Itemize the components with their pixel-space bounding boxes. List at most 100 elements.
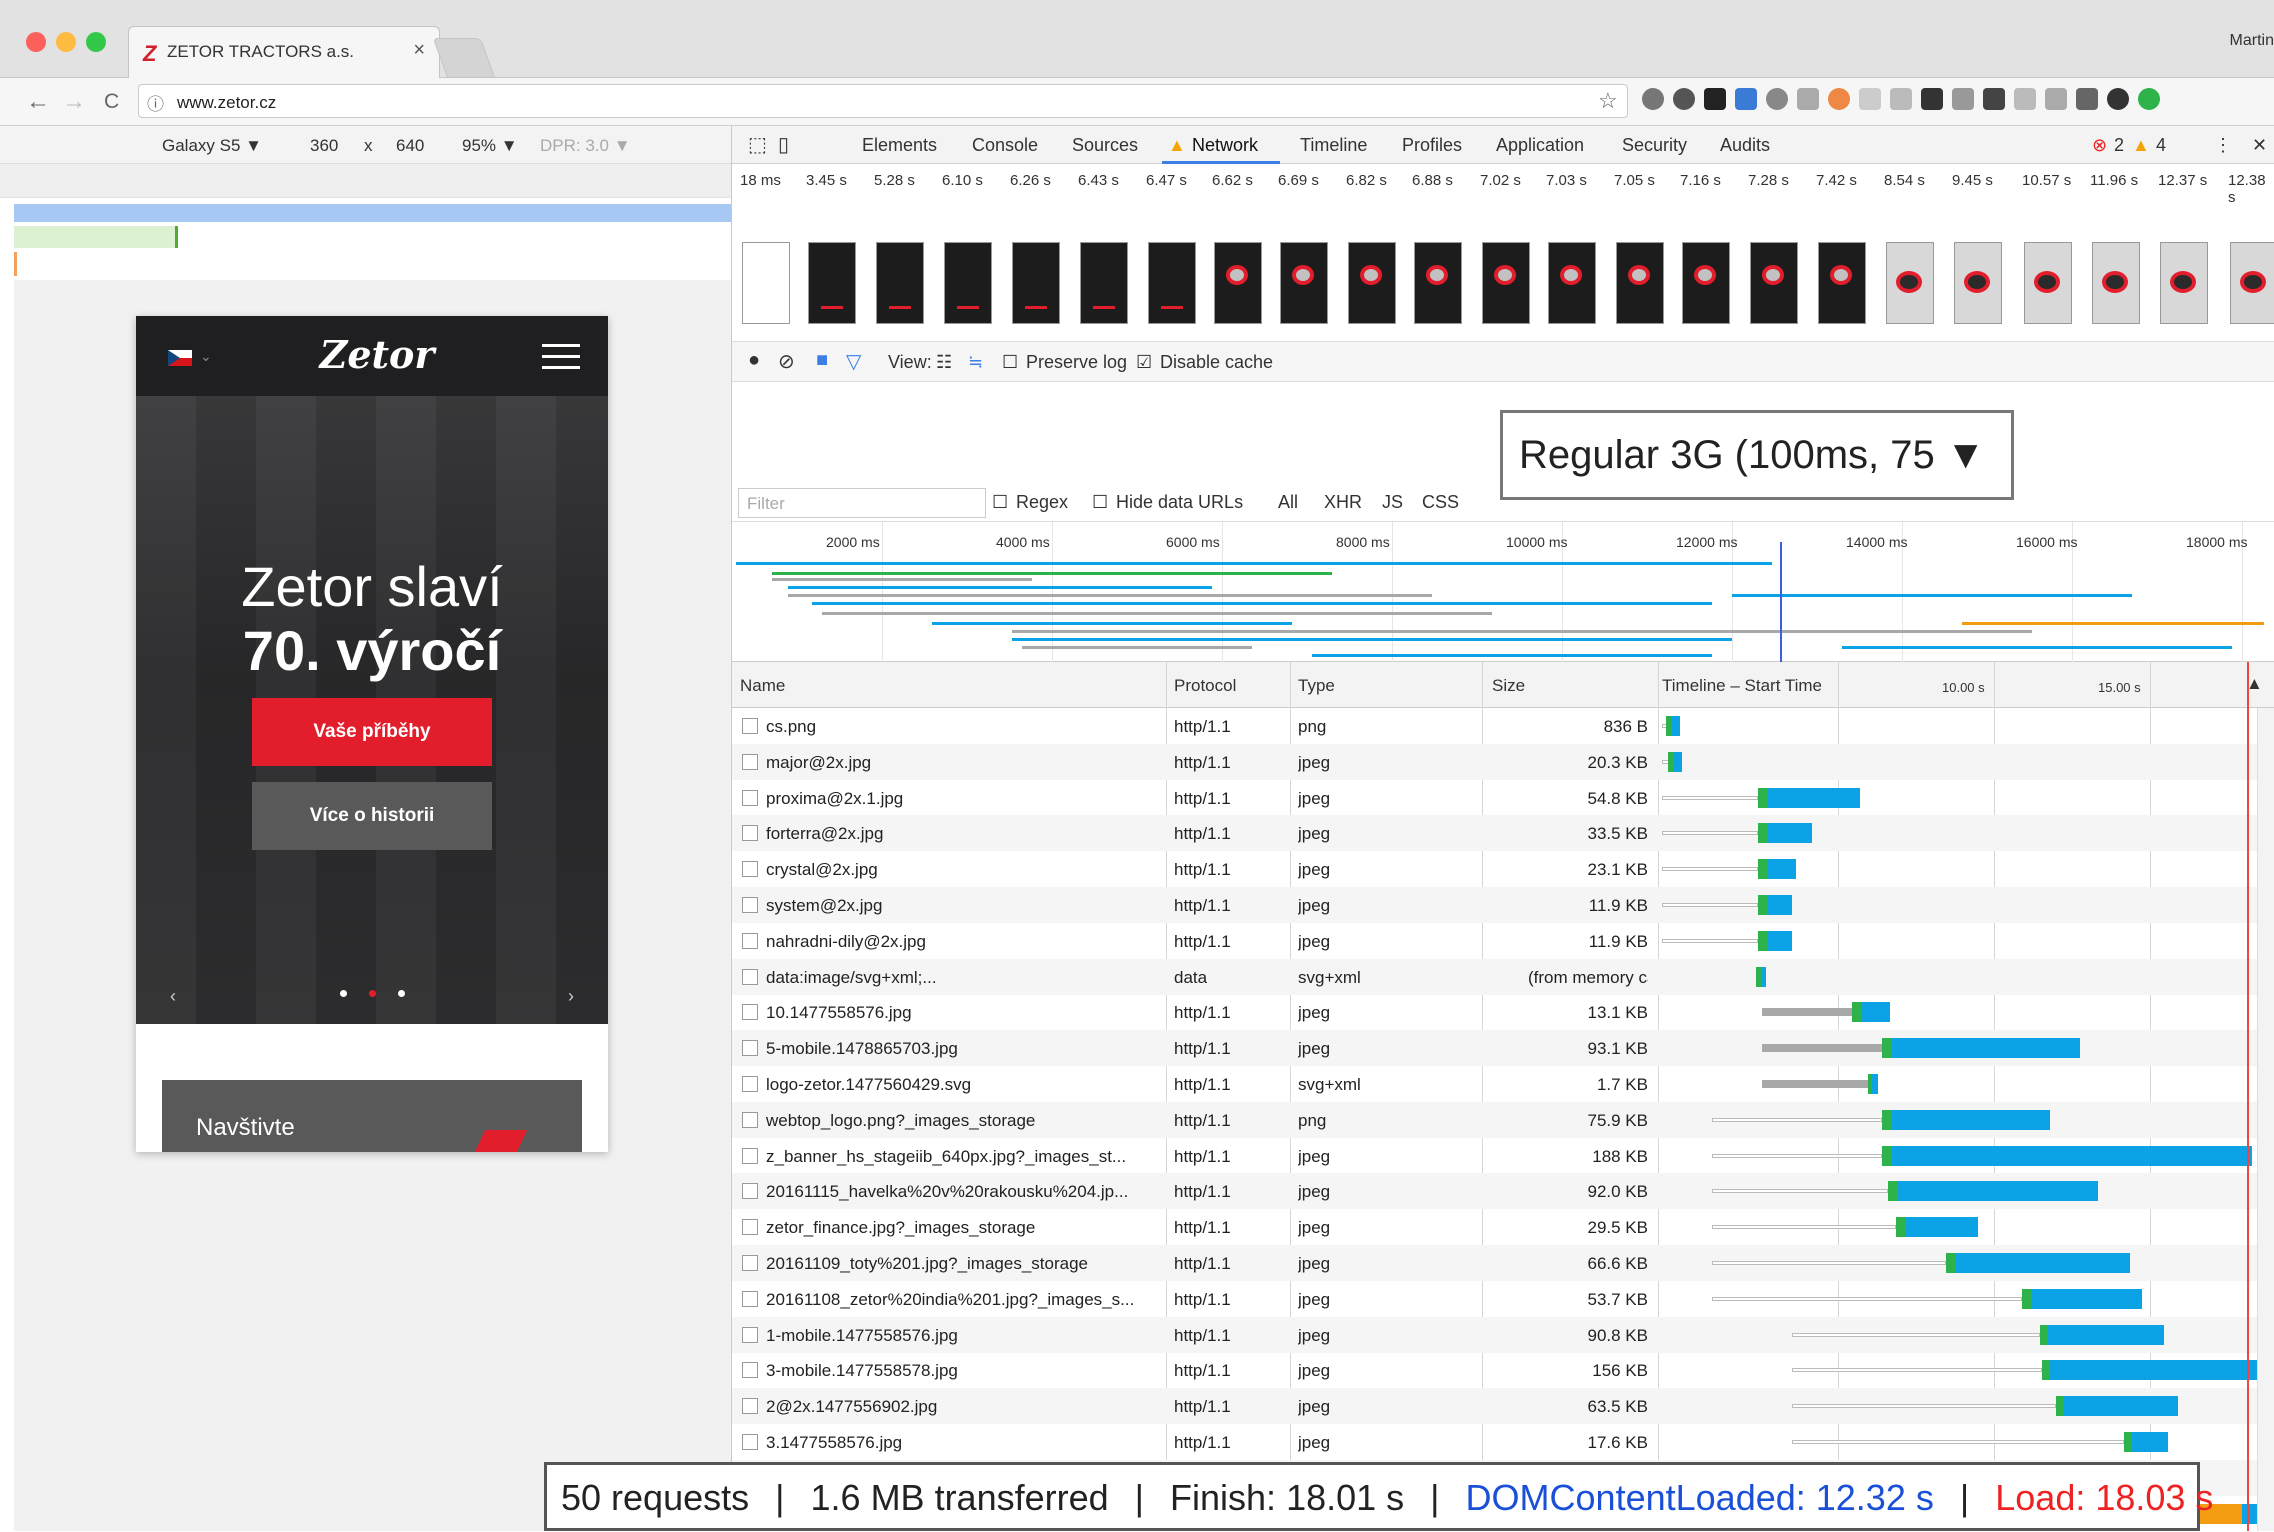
filter-type-css[interactable]: CSS [1422, 492, 1459, 513]
request-row[interactable]: z_banner_hs_stageiib_640px.jpg?_images_s… [732, 1138, 2274, 1174]
extension-icon[interactable] [1735, 88, 1757, 110]
regex-checkbox[interactable]: ☐ [992, 492, 1008, 513]
tab-elements[interactable]: Elements [862, 135, 937, 156]
device-height-input[interactable]: 640 [396, 136, 424, 156]
extension-icon[interactable] [1859, 88, 1881, 110]
clear-icon[interactable]: ⊘ [778, 349, 795, 374]
request-row[interactable]: data:image/svg+xml;... data svg+xml (from m… [732, 958, 2274, 995]
filmstrip-frame[interactable] [1818, 242, 1866, 324]
disable-cache-checkbox[interactable]: ☑ [1136, 352, 1152, 373]
filmstrip-frame[interactable] [876, 242, 924, 324]
filmstrip-frame[interactable] [1012, 242, 1060, 324]
warning-icon[interactable]: ▲ [2132, 135, 2150, 156]
inspect-element-icon[interactable]: ⬚ [748, 132, 767, 157]
request-row[interactable]: forterra@2x.jpg http/1.1 jpeg 33.5 KB [732, 815, 2274, 852]
tab-sources[interactable]: Sources [1072, 135, 1138, 156]
request-row[interactable]: 5-mobile.1478865703.jpg http/1.1 jpeg 93.1 … [732, 1030, 2274, 1067]
slider-next-icon[interactable]: › [568, 986, 574, 1007]
camera-icon[interactable] [1797, 88, 1819, 110]
tab-network[interactable]: Network [1192, 135, 1258, 156]
extension-icon[interactable] [1983, 88, 2005, 110]
filmstrip-frame[interactable] [944, 242, 992, 324]
filmstrip-frame[interactable] [2024, 242, 2072, 324]
tab-audits[interactable]: Audits [1720, 135, 1770, 156]
back-button[interactable]: ← [26, 88, 50, 116]
preserve-log-checkbox[interactable]: ☐ [1002, 352, 1018, 373]
request-row[interactable]: zetor_finance.jpg?_images_storage http/1.… [732, 1209, 2274, 1245]
request-row[interactable]: 2@2x.1477556902.jpg http/1.1 jpeg 63.5 KB [732, 1388, 2274, 1425]
filter-input[interactable]: Filter [738, 488, 986, 518]
col-type[interactable]: Type [1298, 676, 1335, 696]
request-row[interactable]: 3-mobile.1477558578.jpg http/1.1 jpeg 156 K… [732, 1352, 2274, 1388]
slider-prev-icon[interactable]: ‹ [170, 986, 176, 1007]
filter-icon[interactable]: ▽ [846, 349, 861, 374]
maximize-window-icon[interactable] [86, 32, 106, 52]
extension-icon[interactable] [2107, 88, 2129, 110]
col-protocol[interactable]: Protocol [1174, 676, 1236, 696]
filter-type-xhr[interactable]: XHR [1324, 492, 1362, 513]
tab-application[interactable]: Application [1496, 135, 1584, 156]
filmstrip-frame[interactable] [742, 242, 790, 324]
filmstrip-frame[interactable] [1682, 242, 1730, 324]
media-query-bar[interactable] [14, 226, 178, 248]
chevron-down-icon[interactable]: ⌄ [200, 348, 212, 365]
extension-icon[interactable] [1766, 88, 1788, 110]
filmstrip-frame[interactable] [808, 242, 856, 324]
request-row[interactable]: 20161109_toty%201.jpg?_images_storage htt… [732, 1245, 2274, 1281]
stories-button[interactable]: Vaše příběhy [252, 698, 492, 766]
filmstrip-frame[interactable] [2092, 242, 2140, 324]
error-count[interactable]: 2 [2114, 135, 2124, 156]
slider-dots[interactable] [340, 990, 405, 997]
request-row[interactable]: 20161115_havelka%20v%20rakousku%204.jp..… [732, 1173, 2274, 1210]
more-options-icon[interactable]: ⋮ [2214, 135, 2232, 156]
device-width-input[interactable]: 360 [310, 136, 338, 156]
info-icon[interactable]: ⓘ [147, 90, 164, 115]
gear-icon[interactable] [1673, 88, 1695, 110]
profile-name[interactable]: Martin [2230, 32, 2274, 50]
request-row[interactable]: system@2x.jpg http/1.1 jpeg 11.9 KB [732, 887, 2274, 923]
network-overview[interactable]: 2000 ms 4000 ms 6000 ms 8000 ms 10000 ms 1200… [732, 522, 2274, 662]
large-rows-icon[interactable]: ☷ [936, 352, 952, 373]
request-row[interactable]: major@2x.jpg http/1.1 jpeg 20.3 KB [732, 743, 2274, 780]
warning-count[interactable]: 4 [2156, 135, 2166, 156]
device-select[interactable]: Galaxy S5 ▼ [162, 136, 262, 156]
extension-icon[interactable] [2138, 88, 2160, 110]
request-row[interactable]: 3.1477558576.jpg http/1.1 jpeg 17.6 KB [732, 1424, 2274, 1460]
filmstrip-frame[interactable] [1148, 242, 1196, 324]
request-row[interactable]: 10.1477558576.jpg http/1.1 jpeg 13.1 KB [732, 994, 2274, 1030]
device-mode-icon[interactable]: ▯ [778, 132, 789, 157]
capture-screenshots-icon[interactable]: ■ [816, 349, 828, 372]
record-icon[interactable]: ● [748, 349, 760, 372]
tab-security[interactable]: Security [1622, 135, 1687, 156]
hamburger-menu-icon[interactable] [542, 344, 580, 377]
filmstrip-frame[interactable] [1414, 242, 1462, 324]
request-row[interactable]: crystal@2x.jpg http/1.1 jpeg 23.1 KB [732, 851, 2274, 887]
error-icon[interactable]: ⊗ [2092, 135, 2107, 156]
request-list-scrollbar[interactable] [2257, 708, 2274, 1531]
filmstrip-frame[interactable] [1548, 242, 1596, 324]
filmstrip-frame[interactable] [1616, 242, 1664, 324]
tab-timeline[interactable]: Timeline [1300, 135, 1367, 156]
extension-icon[interactable] [1828, 88, 1850, 110]
visit-banner[interactable]: Navštivte [162, 1080, 582, 1152]
filmstrip-frame[interactable] [1214, 242, 1262, 324]
zoom-select[interactable]: 95% ▼ [462, 136, 518, 156]
bookmark-star-icon[interactable]: ☆ [1598, 88, 1618, 114]
reload-button[interactable]: C [104, 90, 119, 114]
url-input[interactable]: ⓘ www.zetor.cz [138, 84, 1628, 118]
forward-button[interactable]: → [62, 88, 86, 116]
request-row[interactable]: cs.png http/1.1 png 836 B [732, 708, 2274, 744]
overview-icon[interactable]: ≒ [968, 352, 983, 373]
filmstrip-frame[interactable] [1886, 242, 1934, 324]
media-query-bar[interactable] [14, 252, 17, 276]
extension-icon[interactable] [1704, 88, 1726, 110]
close-window-icon[interactable] [26, 32, 46, 52]
filmstrip-frame[interactable] [1954, 242, 2002, 324]
filter-type-js[interactable]: JS [1382, 492, 1403, 513]
hide-data-urls-checkbox[interactable]: ☐ [1092, 492, 1108, 513]
zetor-logo[interactable]: Zetor [312, 332, 442, 377]
request-row[interactable]: logo-zetor.1477560429.svg http/1.1 svg+xml… [732, 1066, 2274, 1102]
col-size[interactable]: Size [1492, 676, 1525, 696]
media-query-bar[interactable] [14, 204, 731, 222]
col-name[interactable]: Name [740, 676, 785, 696]
